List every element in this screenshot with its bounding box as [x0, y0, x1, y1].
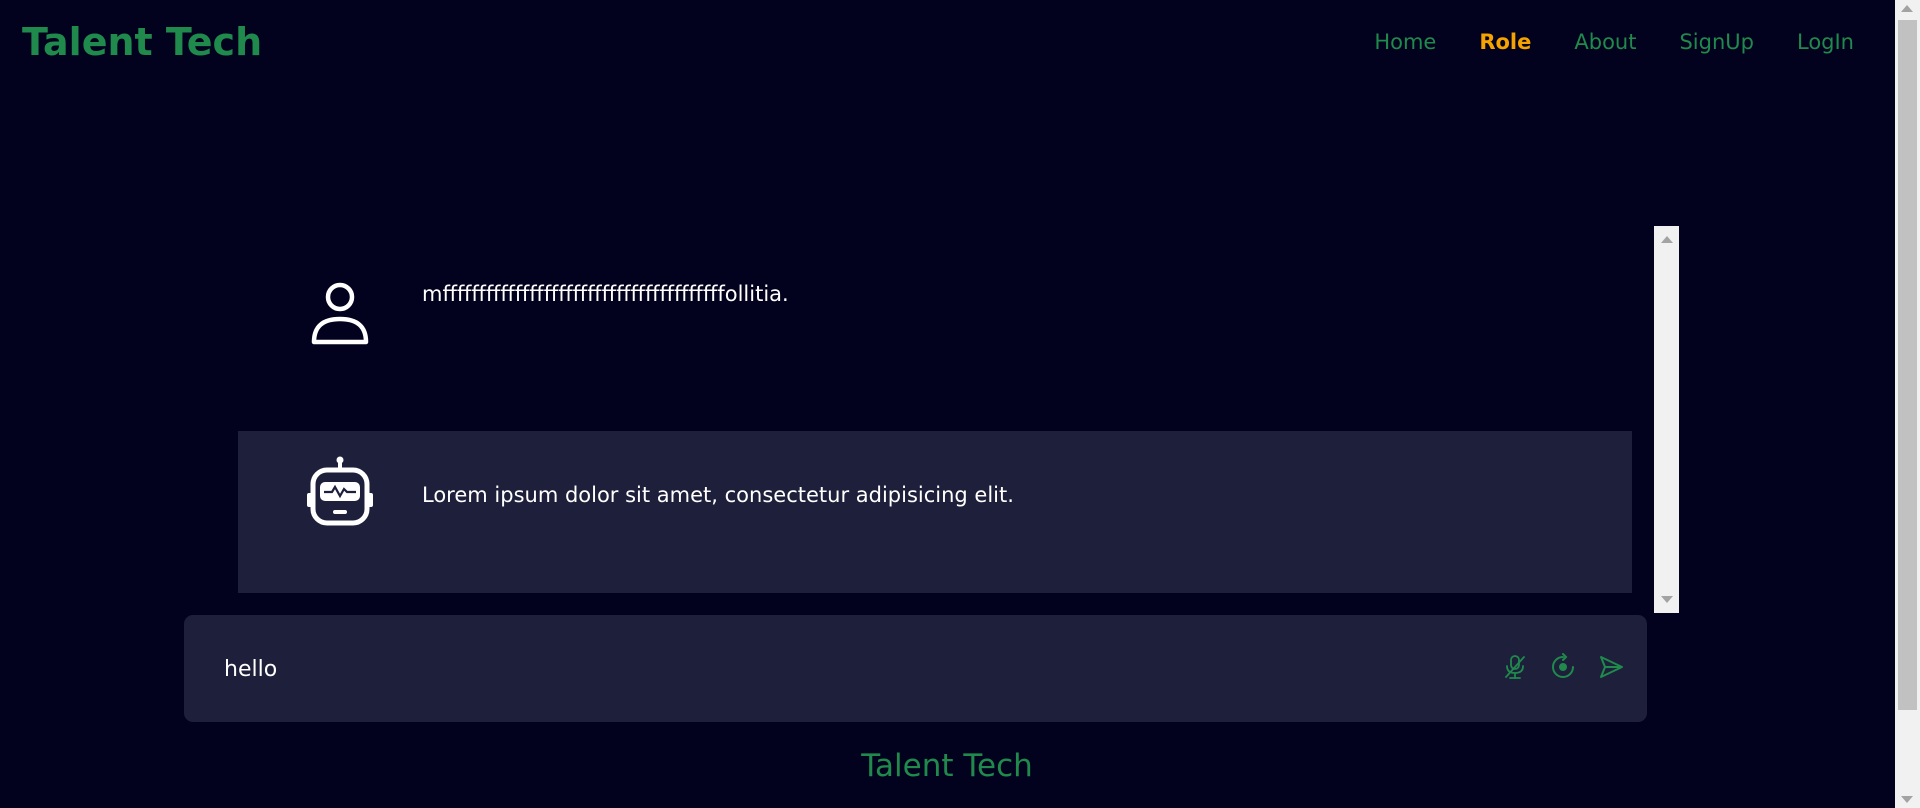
user-message: mfffffffffffffffffffffffffffffffffffffff… [238, 274, 1632, 374]
page-scroll-thumb[interactable] [1898, 20, 1917, 710]
scroll-up-arrow-icon[interactable] [1661, 236, 1673, 243]
nav-signup[interactable]: SignUp [1679, 30, 1754, 54]
chat-panel: mfffffffffffffffffffffffffffffffffffffff… [238, 226, 1679, 613]
nav-about[interactable]: About [1574, 30, 1636, 54]
mic-off-icon[interactable] [1501, 653, 1529, 681]
page-scroll-up-icon[interactable] [1901, 5, 1913, 12]
nav-login[interactable]: LogIn [1797, 30, 1854, 54]
chat-scrollbar[interactable] [1654, 226, 1679, 613]
brand-logo[interactable]: Talent Tech [22, 20, 262, 64]
user-message-text: mfffffffffffffffffffffffffffffffffffffff… [422, 282, 789, 306]
chat-input[interactable] [222, 648, 1466, 690]
chat-input-bar [184, 615, 1647, 722]
nav-role[interactable]: Role [1479, 30, 1531, 54]
main-nav: Home Role About SignUp LogIn [1331, 30, 1854, 54]
footer-brand: Talent Tech [861, 748, 1033, 784]
robot-icon [300, 455, 380, 535]
bot-message: Lorem ipsum dolor sit amet, consectetur … [238, 431, 1632, 593]
record-icon[interactable] [1549, 653, 1577, 681]
input-actions [1501, 653, 1625, 681]
send-icon[interactable] [1597, 653, 1625, 681]
page: Talent Tech Home Role About SignUp LogIn… [0, 0, 1920, 808]
nav-home[interactable]: Home [1374, 30, 1436, 54]
bot-message-text: Lorem ipsum dolor sit amet, consectetur … [422, 483, 1014, 507]
page-scrollbar[interactable] [1895, 0, 1920, 808]
scroll-down-arrow-icon[interactable] [1661, 596, 1673, 603]
page-scroll-down-icon[interactable] [1901, 796, 1913, 803]
user-icon [300, 274, 380, 354]
